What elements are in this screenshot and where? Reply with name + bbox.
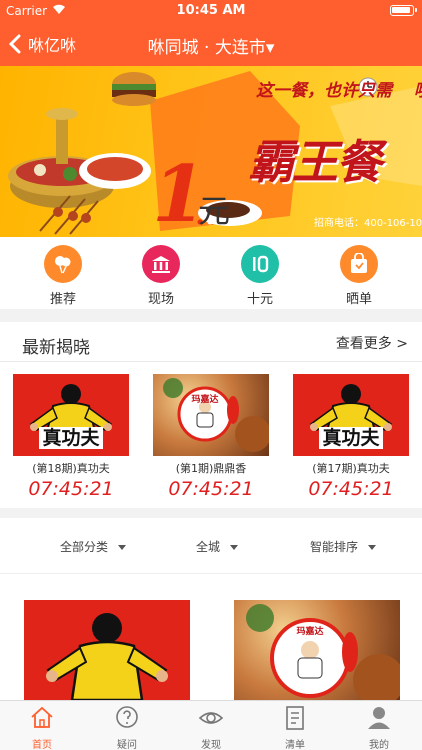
app-screen: Carrier 10:45 AM 咻亿咻 咻同城 · 大连市▾ 这一餐，也许只需… (0, 0, 422, 750)
category-ten-yuan[interactable]: 十元 (230, 245, 290, 307)
latest-reveal-section: 最新揭晓 查看更多 > 真功夫 (第18期)真功夫 07:45:21 玛嘉达 (… (0, 322, 422, 508)
top-bar: Carrier 10:45 AM 咻亿咻 咻同城 · 大连市▾ (0, 0, 422, 66)
tab-label: 发现 (201, 740, 221, 750)
list-icon (286, 706, 304, 730)
reveal-item[interactable]: 真功夫 (第17期)真功夫 07:45:21 (293, 374, 409, 500)
product-grid: 玛嘉达 (0, 574, 422, 700)
home-icon (31, 706, 53, 728)
filter-area-dropdown[interactable]: 全城 (196, 538, 239, 555)
chevron-left-icon (8, 34, 21, 54)
food-brand-text: 玛嘉达 (296, 627, 324, 637)
bank-icon (152, 256, 170, 273)
category-recommend[interactable]: 推荐 (33, 245, 93, 307)
food-plate-icon (163, 378, 269, 452)
tab-label: 我的 (369, 740, 389, 750)
filter-label: 全部分类 (60, 540, 109, 554)
back-label: 咻亿咻 (28, 36, 77, 55)
tab-label: 清单 (285, 740, 305, 750)
clock: 10:45 AM (176, 3, 246, 18)
reveal-item[interactable]: 真功夫 (第18期)真功夫 07:45:21 (13, 374, 129, 500)
battery-icon (390, 5, 417, 16)
product-image: 真功夫 (293, 374, 409, 456)
product-card[interactable] (24, 600, 190, 700)
tab-home[interactable]: 首页 (12, 704, 72, 750)
caret-down-icon (118, 545, 127, 550)
category-icon-wrap (241, 245, 279, 283)
reveal-item[interactable]: 玛嘉达 (第1期)鼎鼎香 07:45:21 (153, 374, 269, 500)
category-label: 现场 (147, 292, 174, 307)
banner-title: 霸王餐 (248, 135, 382, 189)
question-icon (116, 706, 138, 728)
banner-phone: 招商电话：400-106-1016 (314, 218, 422, 229)
section-header: 最新揭晓 查看更多 > (0, 322, 422, 362)
nav-bar: 咻亿咻 咻同城 · 大连市▾ (0, 22, 422, 66)
product-card[interactable]: 玛嘉达 (234, 600, 400, 700)
filter-label: 全城 (196, 540, 221, 554)
food-plate-icon (246, 604, 400, 700)
banner-slogan: 这一餐，也许只需哦！ (256, 81, 422, 101)
user-icon (368, 707, 390, 729)
caret-down-icon (230, 545, 239, 550)
category-bar: 推荐 现场 十元 晒单 (0, 237, 422, 309)
banner-unit: 元 (198, 192, 231, 230)
countdown-timer: 07:45:21 (28, 478, 114, 500)
item-name: (第17期)真功夫 (312, 462, 390, 475)
product-image: 真功夫 (13, 374, 129, 456)
kungfu-poster-text: 真功夫 (293, 423, 409, 450)
product-image: 玛嘉达 (153, 374, 269, 456)
category-label: 推荐 (49, 292, 76, 307)
category-icon-wrap (44, 245, 82, 283)
status-bar: Carrier 10:45 AM (0, 0, 422, 22)
section-title: 最新揭晓 (22, 338, 90, 358)
category-share[interactable]: 晒单 (329, 245, 389, 307)
tab-label: 疑问 (117, 740, 137, 750)
filter-label: 智能排序 (310, 540, 359, 554)
tab-list[interactable]: 清单 (265, 704, 325, 750)
kungfu-figure-icon (46, 613, 168, 700)
balloon-icon (55, 256, 71, 274)
promo-banner[interactable]: 这一餐，也许只需哦！ 1 元 霸王餐 招商电话：400-106-1016 (0, 66, 422, 237)
filter-bar: 全部分类 全城 智能排序 (0, 518, 422, 574)
share-bag-icon (351, 253, 367, 273)
category-icon-wrap (340, 245, 378, 283)
category-label: 十元 (246, 292, 273, 307)
tab-label: 首页 (32, 740, 52, 750)
tab-question[interactable]: 疑问 (97, 704, 157, 750)
category-icon-wrap (142, 245, 180, 283)
kungfu-poster-text: 真功夫 (13, 423, 129, 450)
tab-mine[interactable]: 我的 (349, 704, 409, 750)
food-brand-text: 玛嘉达 (191, 395, 219, 405)
see-more-link[interactable]: 查看更多 > (336, 333, 408, 353)
tab-discover[interactable]: 发现 (181, 704, 241, 750)
filter-sort-dropdown[interactable]: 智能排序 (310, 538, 377, 555)
item-name: (第1期)鼎鼎香 (175, 462, 247, 475)
countdown-timer: 07:45:21 (168, 478, 254, 500)
filter-category-dropdown[interactable]: 全部分类 (60, 538, 127, 555)
eye-icon (198, 712, 224, 724)
city-selector[interactable]: 咻同城 · 大连市▾ (148, 38, 275, 58)
countdown-timer: 07:45:21 (308, 478, 394, 500)
back-button[interactable]: 咻亿咻 (8, 32, 76, 56)
item-name: (第18期)真功夫 (32, 462, 110, 475)
caret-down-icon (368, 545, 377, 550)
category-label: 晒单 (345, 292, 372, 307)
ten-icon (253, 255, 269, 273)
tab-bar: 首页 疑问 发现 清单 我的 (0, 700, 422, 750)
category-live[interactable]: 现场 (131, 245, 191, 307)
